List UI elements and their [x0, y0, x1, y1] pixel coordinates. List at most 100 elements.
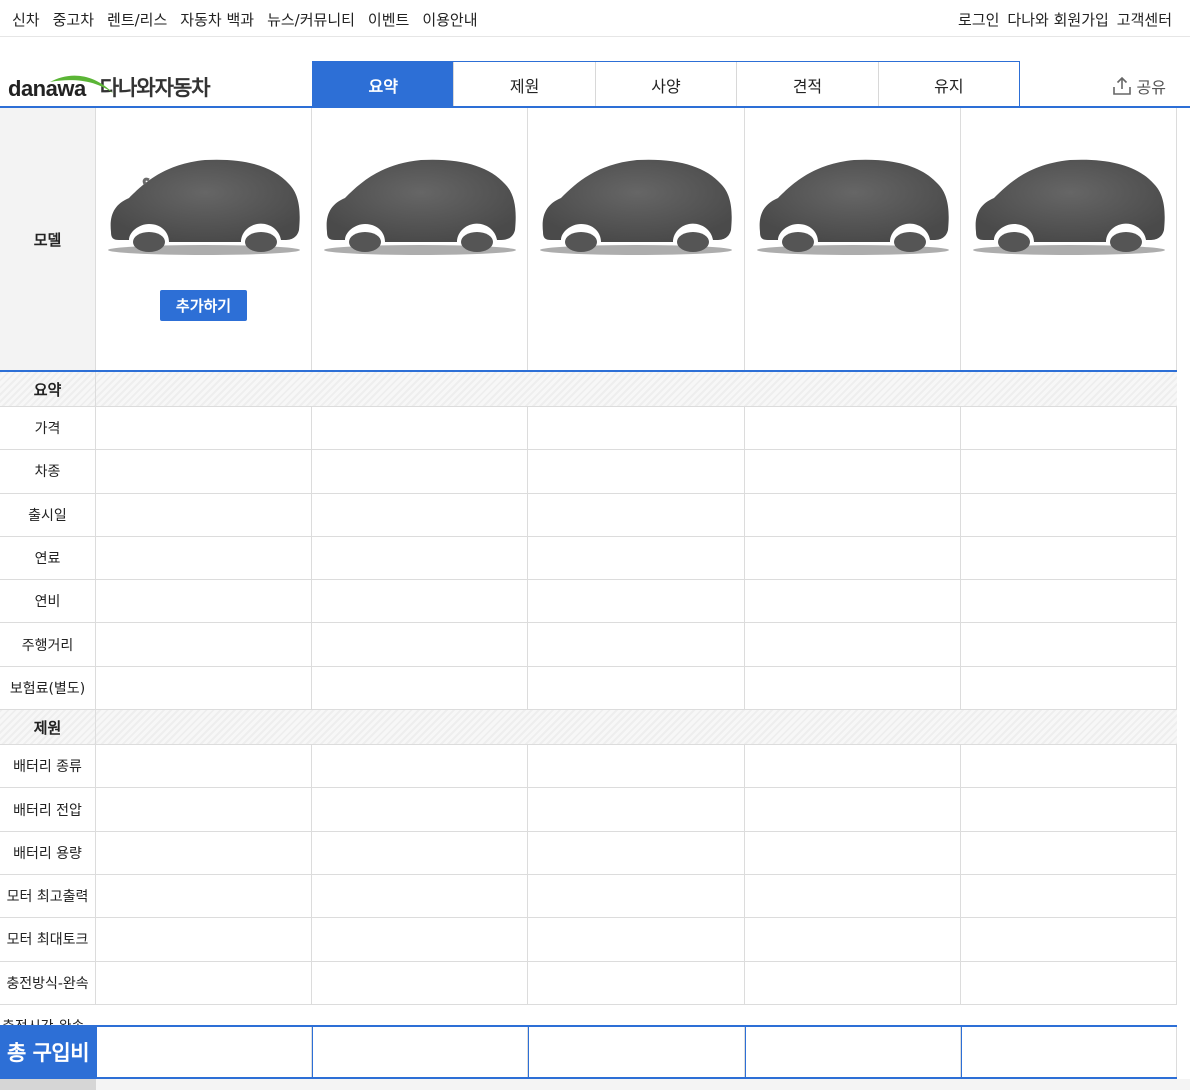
table-cell	[745, 745, 961, 788]
row-label: 배터리 종류	[0, 745, 96, 788]
table-cell	[312, 407, 529, 450]
menu-rent-lease[interactable]: 렌트/리스	[107, 9, 167, 30]
table-cell	[96, 493, 313, 536]
model-slot-5[interactable]	[961, 108, 1177, 370]
menu-guide[interactable]: 이용안내	[422, 9, 477, 30]
table-cell	[961, 918, 1177, 961]
table-cell	[528, 831, 745, 874]
add-model-button[interactable]: 추가하기	[160, 290, 247, 321]
table-cell	[961, 666, 1177, 710]
total-cost-cell	[744, 1027, 961, 1077]
total-cost-bar: 총 구입비	[0, 1025, 1177, 1079]
table-cell	[528, 666, 745, 710]
horizontal-scrollbar[interactable]	[0, 1079, 1190, 1090]
table-cell	[745, 961, 961, 1004]
car-placeholder-icon	[972, 159, 1165, 255]
table-cell	[961, 788, 1177, 831]
section-title: 제원	[0, 710, 96, 745]
table-cell	[96, 536, 313, 580]
row-label: 연비	[0, 580, 96, 623]
table-cell	[745, 580, 961, 623]
row-label: 주행거리	[0, 623, 96, 666]
tab-summary[interactable]: 요약	[313, 62, 454, 107]
section-header-summary: 요약	[0, 372, 1177, 407]
menu-car-encyclopedia[interactable]: 자동차 백과	[180, 9, 254, 30]
table-row: 보험료(별도)	[0, 666, 1177, 711]
table-cell	[96, 623, 313, 666]
compare-tabs: 요약 제원 사양 견적 유지	[312, 61, 1020, 107]
table-cell	[961, 831, 1177, 874]
menu-news-community[interactable]: 뉴스/커뮤니티	[267, 9, 355, 30]
table-cell	[528, 788, 745, 831]
logo-text-en: danawa	[8, 75, 114, 102]
comparison-table: 모델 추가하기 요약 가격 차종 출시일 연료 연비 주행거리 보험료(별도) …	[0, 108, 1177, 1005]
table-cell	[312, 580, 529, 623]
table-row: 모터 최고출력	[0, 874, 1177, 919]
login-link[interactable]: 로그인	[958, 9, 999, 30]
table-cell	[96, 874, 313, 918]
table-cell	[745, 666, 961, 710]
model-label: 모델	[0, 108, 96, 370]
total-cost-cell	[960, 1027, 1177, 1077]
cutoff-row-label: 충전시간-완속	[0, 1004, 96, 1025]
model-slot-4[interactable]	[745, 108, 961, 370]
table-cell	[961, 536, 1177, 580]
tab-estimate[interactable]: 견적	[736, 62, 877, 107]
car-placeholder-icon	[756, 159, 949, 255]
car-placeholder-icon	[108, 159, 300, 255]
model-slot-3[interactable]	[528, 108, 745, 370]
table-cell	[745, 407, 961, 450]
scrollbar-thumb[interactable]	[0, 1079, 96, 1090]
table-cell	[528, 623, 745, 666]
table-row: 차종	[0, 450, 1177, 494]
total-cost-cell	[312, 1027, 529, 1077]
table-cell	[312, 666, 529, 710]
table-cell	[96, 918, 313, 961]
table-cell	[312, 788, 529, 831]
table-cell	[961, 493, 1177, 536]
table-cell	[961, 961, 1177, 1004]
model-slot-1[interactable]: 추가하기	[96, 108, 313, 370]
table-row: 충전방식-완속	[0, 961, 1177, 1005]
table-cell	[96, 745, 313, 788]
section-header-specs: 제원	[0, 710, 1177, 746]
row-label: 충전방식-완속	[0, 961, 96, 1004]
table-cell	[745, 450, 961, 493]
share-button[interactable]: 공유	[1111, 74, 1166, 98]
total-cost-cell	[528, 1027, 745, 1077]
table-cell	[745, 831, 961, 874]
row-label: 모터 최고출력	[0, 874, 96, 918]
model-slot-2[interactable]	[312, 108, 529, 370]
row-label: 모터 최대토크	[0, 918, 96, 961]
menu-new-car[interactable]: 신차	[12, 9, 40, 30]
site-logo[interactable]: danawa 다나와자동차	[8, 70, 211, 102]
table-cell	[745, 493, 961, 536]
main-menu: 신차 중고차 렌트/리스 자동차 백과 뉴스/커뮤니티 이벤트 이용안내	[12, 9, 478, 30]
table-cell	[96, 450, 313, 493]
table-row: 주행거리	[0, 623, 1177, 667]
tab-options[interactable]: 사양	[594, 62, 736, 107]
customer-center-link[interactable]: 고객센터	[1117, 9, 1172, 30]
table-cell	[528, 493, 745, 536]
menu-event[interactable]: 이벤트	[368, 9, 409, 30]
table-row: 배터리 용량	[0, 831, 1177, 875]
table-row: 모터 최대토크	[0, 918, 1177, 962]
table-cell	[528, 745, 745, 788]
row-label: 가격	[0, 407, 96, 450]
table-cell	[745, 874, 961, 918]
table-cell	[312, 745, 529, 788]
signup-link[interactable]: 다나와 회원가입	[1007, 9, 1108, 30]
row-label: 출시일	[0, 493, 96, 536]
menu-used-car[interactable]: 중고차	[53, 9, 94, 30]
table-cell	[961, 407, 1177, 450]
table-cell	[312, 918, 529, 961]
table-row: 가격	[0, 407, 1177, 451]
table-cell	[312, 536, 529, 580]
table-row: 연비	[0, 580, 1177, 624]
tab-specs[interactable]: 제원	[453, 62, 594, 107]
share-icon	[1112, 76, 1131, 95]
table-cell	[745, 918, 961, 961]
row-label: 배터리 용량	[0, 831, 96, 874]
row-label: 보험료(별도)	[0, 666, 96, 710]
tab-maintenance[interactable]: 유지	[877, 62, 1019, 107]
